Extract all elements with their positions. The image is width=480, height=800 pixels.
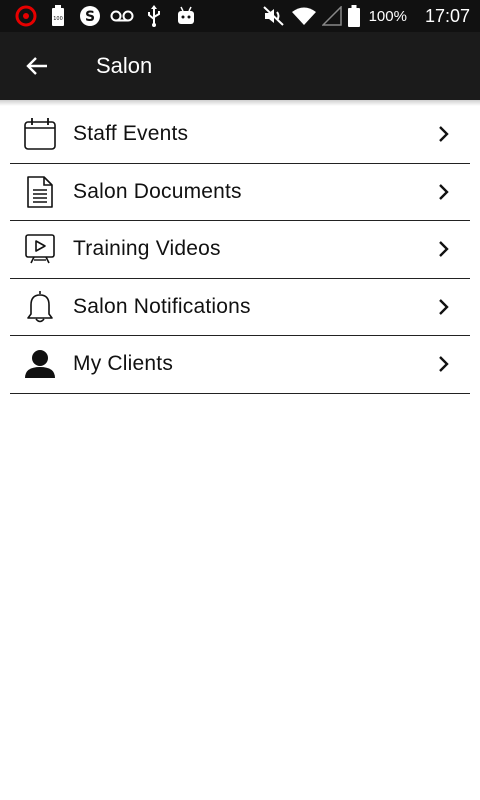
notification-icons: 100 S <box>0 0 202 32</box>
back-button[interactable] <box>13 42 61 90</box>
page-title: Salon <box>96 53 153 78</box>
battery-percent: 100% <box>368 7 407 25</box>
voicemail-icon <box>106 0 138 32</box>
system-icons: 100% 17:07 <box>259 0 480 32</box>
menu-item-label: My Clients <box>73 352 174 376</box>
document-icon <box>21 173 59 211</box>
menu-item-salon-notifications[interactable]: Salon Notifications <box>10 279 470 336</box>
clock: 17:07 <box>424 5 470 26</box>
menu-item-my-clients[interactable]: My Clients <box>10 336 470 394</box>
mute-icon <box>259 0 289 32</box>
video-icon <box>21 230 59 268</box>
svg-text:100: 100 <box>53 16 63 22</box>
menu-list: Staff Events Salon Documents Training Vi… <box>10 106 470 394</box>
menu-item-label: Salon Notifications <box>73 294 251 318</box>
wifi-icon <box>289 0 319 32</box>
chevron-right-icon <box>436 124 452 144</box>
battery-icon <box>345 0 363 32</box>
chevron-right-icon <box>436 297 452 317</box>
screen: 100 S 100% 17:07 Salon Staff Events Salo… <box>0 0 480 800</box>
svg-text:S: S <box>85 9 95 25</box>
menu-item-salon-documents[interactable]: Salon Documents <box>10 164 470 221</box>
arrow-left-icon <box>26 57 47 75</box>
app-bar: Salon <box>0 32 480 100</box>
signal-icon <box>319 0 345 32</box>
menu-item-label: Salon Documents <box>73 179 242 203</box>
bell-icon <box>21 288 59 326</box>
calendar-icon <box>21 115 59 153</box>
battery-100-icon: 100 <box>42 0 74 32</box>
menu-item-label: Training Videos <box>73 237 221 261</box>
usb-icon <box>138 0 170 32</box>
chevron-right-icon <box>436 239 452 259</box>
person-icon <box>21 345 59 383</box>
menu-item-label: Staff Events <box>73 122 189 146</box>
menu-item-staff-events[interactable]: Staff Events <box>10 106 470 164</box>
chevron-right-icon <box>436 182 452 202</box>
chevron-right-icon <box>436 354 452 374</box>
vodafone-icon <box>10 0 42 32</box>
status-bar: 100 S 100% 17:07 <box>0 0 480 32</box>
skype-icon: S <box>74 0 106 32</box>
menu-item-training-videos[interactable]: Training Videos <box>10 221 470 279</box>
android-debug-icon <box>170 0 202 32</box>
